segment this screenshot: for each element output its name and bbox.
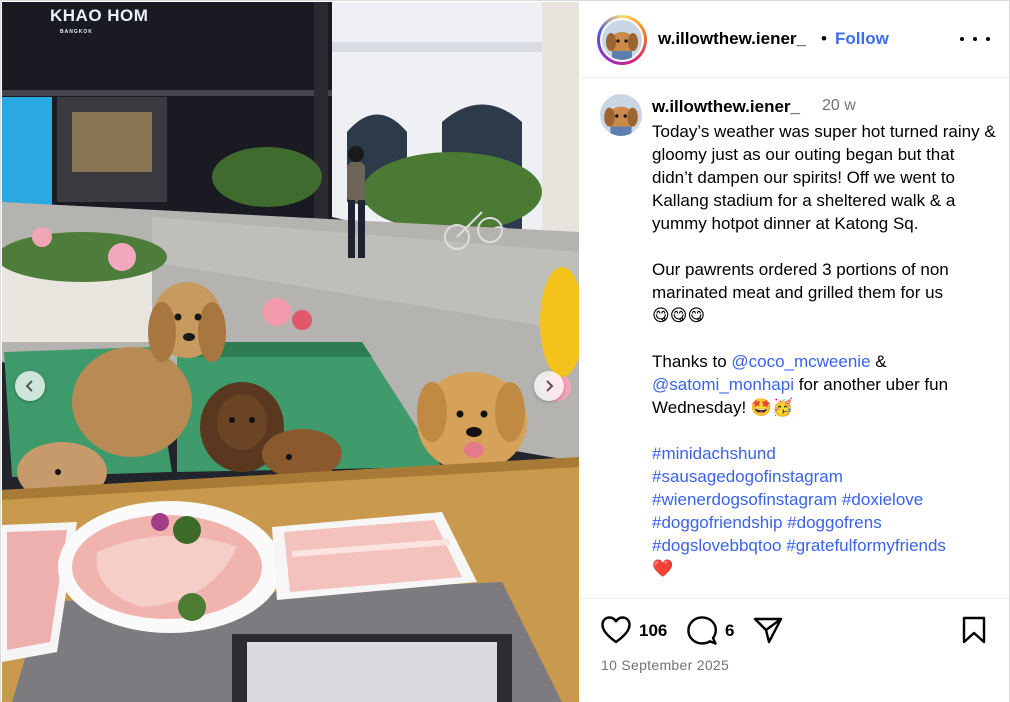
hashtag-link[interactable]: #doxielove	[842, 490, 923, 509]
caption-avatar[interactable]	[600, 94, 642, 136]
comment-button[interactable]	[687, 616, 717, 645]
header-username[interactable]: w.illowthew.iener_	[658, 29, 806, 49]
hashtag-link[interactable]: #doggofrens	[787, 513, 882, 532]
comment-icon	[687, 616, 717, 645]
post-header: w.illowthew.iener_ • Follow	[580, 2, 1009, 78]
caption-paragraph-2: Our pawrents ordered 3 portions of non m…	[652, 260, 949, 325]
more-horizontal-icon	[960, 37, 964, 41]
story-ring[interactable]	[597, 15, 647, 65]
post-date[interactable]: 10 September 2025	[601, 657, 729, 673]
caption-text: Today’s weather was super hot turned rai…	[652, 120, 997, 580]
save-button[interactable]	[961, 616, 987, 644]
previous-photo-button[interactable]	[15, 371, 45, 401]
chevron-left-icon	[25, 380, 33, 392]
post-frame: KHAO HOM BANGKOK w.illowthew.iener_ • Fo…	[0, 0, 1010, 702]
caption-area: w.illowthew.iener_ 20 w Today’s weather …	[580, 79, 1009, 597]
hashtag-link[interactable]: #doggofriendship	[652, 513, 782, 532]
hashtag-link[interactable]: #dogslovebbqtoo	[652, 536, 782, 555]
hashtag-link[interactable]: #sausagedogofinstagram	[652, 467, 843, 486]
next-photo-button[interactable]	[534, 371, 564, 401]
caption-paragraph-3: Thanks to @coco_mcweenie & @satomi_monhap…	[652, 352, 949, 417]
post-photo[interactable]: KHAO HOM BANGKOK	[2, 2, 579, 702]
caption-emoji: 😋😋😋	[652, 306, 706, 325]
mention-link[interactable]: @satomi_monhapi	[652, 375, 794, 394]
post-side-panel: w.illowthew.iener_ • Follow w.illowthew.…	[580, 2, 1009, 702]
caption-emoji: 🤩🥳	[750, 398, 794, 417]
like-count[interactable]: 106	[639, 621, 667, 641]
hashtag-list: #minidachshund #sausagedogofinstagram #w…	[652, 442, 997, 580]
hashtag-link[interactable]: #wienerdogsofinstagram	[652, 490, 837, 509]
comment-count[interactable]: 6	[725, 621, 734, 641]
caption-username[interactable]: w.illowthew.iener_	[652, 97, 800, 117]
more-options-button[interactable]	[960, 28, 990, 50]
action-bar: 106 6 10 September 2025	[580, 598, 1009, 702]
hashtag-link[interactable]: #gratefulformyfriends	[786, 536, 946, 555]
hashtag-link[interactable]: #minidachshund	[652, 444, 776, 463]
caption-paragraph-1: Today’s weather was super hot turned rai…	[652, 122, 996, 233]
header-separator: •	[821, 29, 827, 48]
share-button[interactable]	[753, 616, 783, 644]
photo-illustration	[2, 2, 579, 702]
chevron-right-icon	[546, 380, 554, 392]
bookmark-icon	[962, 616, 986, 644]
shop-sign-sub: BANGKOK	[60, 29, 93, 35]
send-icon	[753, 617, 783, 644]
heart-emoji: ❤️	[652, 559, 674, 578]
follow-button[interactable]: Follow	[835, 29, 889, 49]
shop-sign-text: KHAO HOM	[50, 6, 149, 25]
caption-timestamp[interactable]: 20 w	[822, 97, 856, 115]
mention-link[interactable]: @coco_mcweenie	[731, 352, 870, 371]
heart-icon	[601, 616, 631, 644]
like-button[interactable]	[601, 616, 631, 644]
shop-sign: KHAO HOM BANGKOK	[50, 6, 149, 40]
avatar	[602, 20, 642, 60]
